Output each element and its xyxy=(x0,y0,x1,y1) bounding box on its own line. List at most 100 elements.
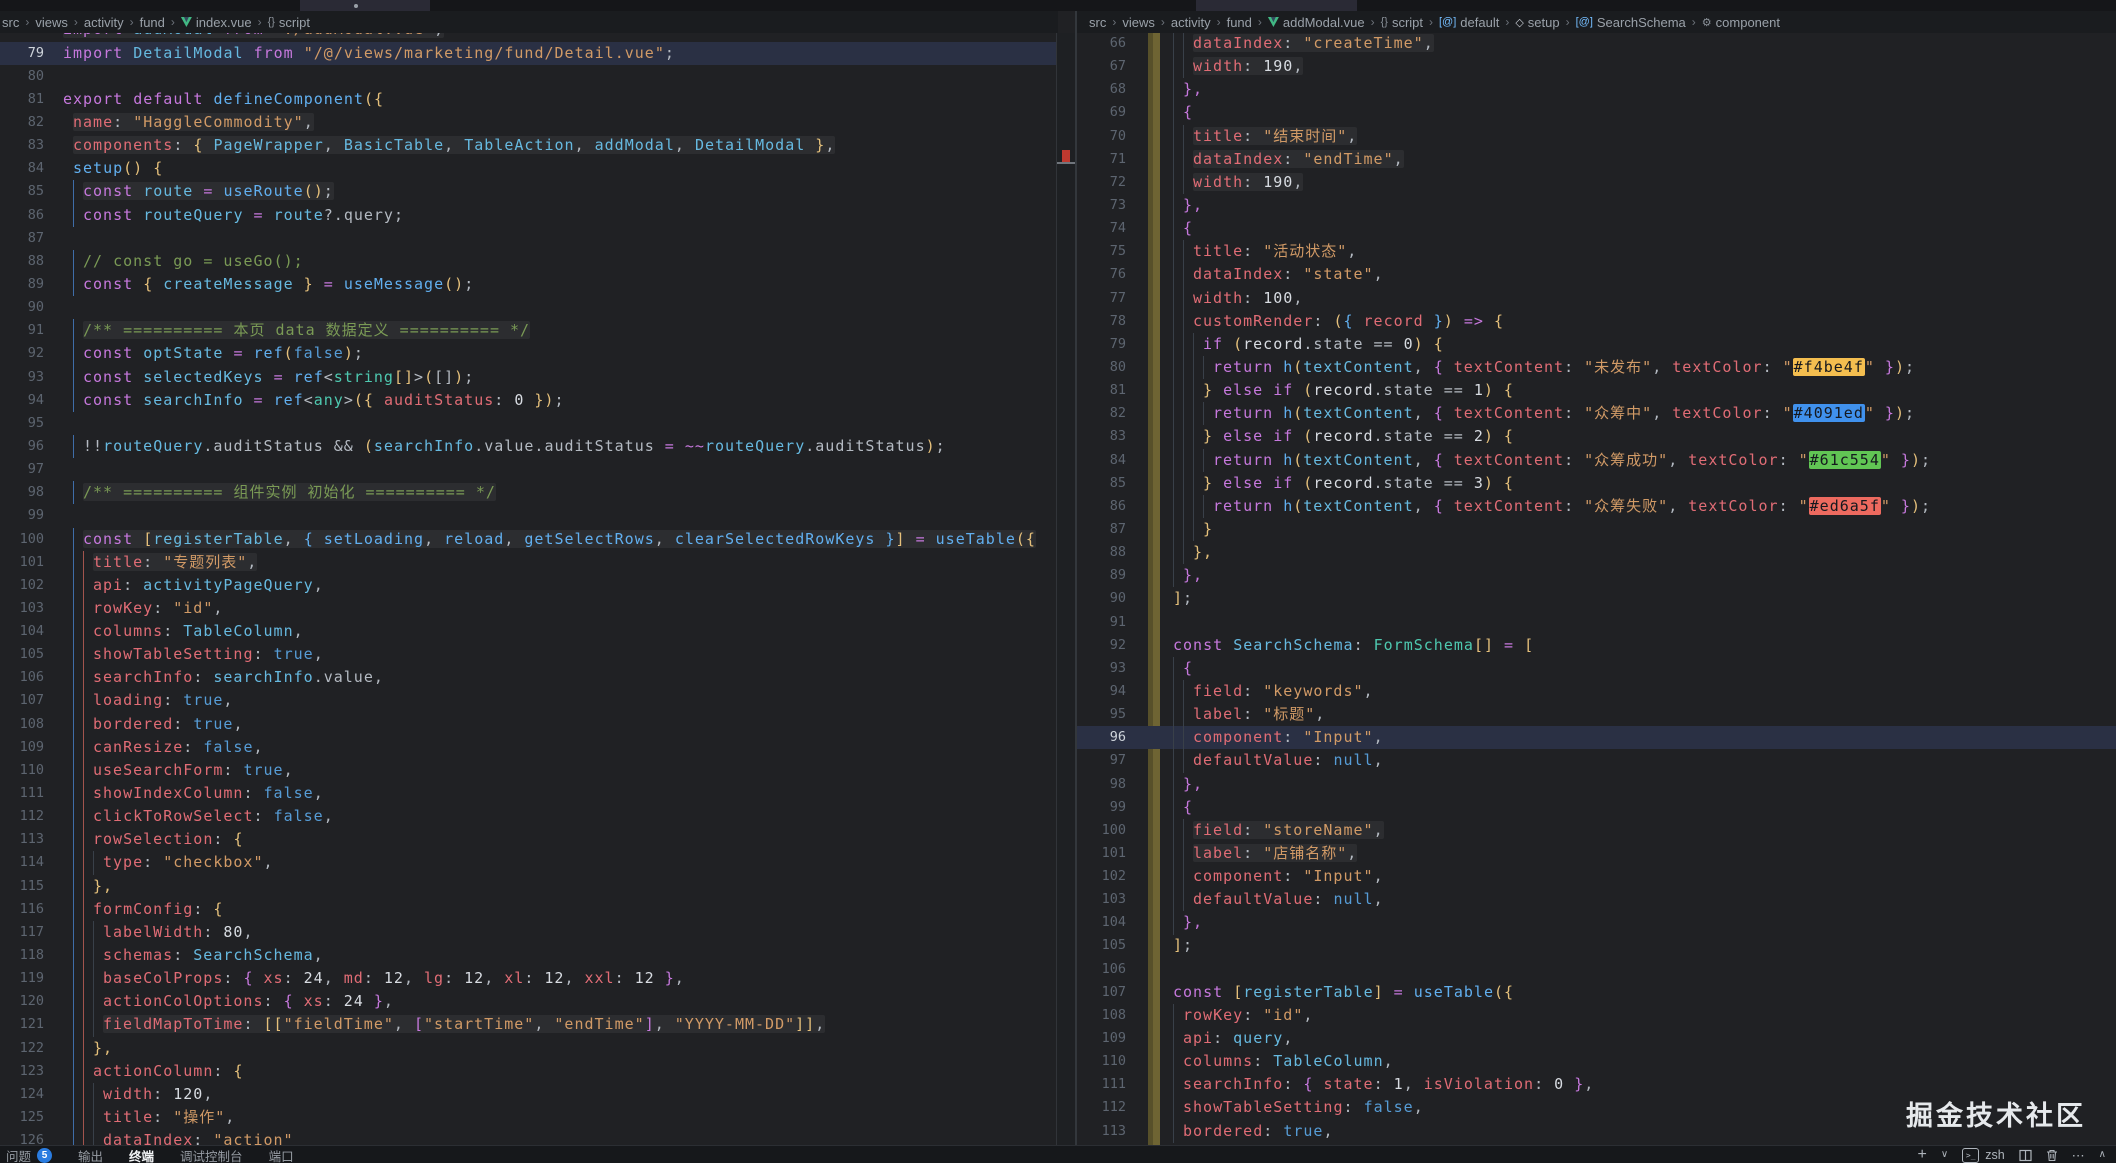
code-line-81[interactable]: 81} else if (record.state == 1) { xyxy=(1077,379,2116,402)
code-line-95[interactable]: 95 xyxy=(0,412,1056,435)
code-line-98[interactable]: 98}, xyxy=(1077,773,2116,796)
code-line-101[interactable]: 101title: "专题列表", xyxy=(0,551,1056,574)
code-line-118[interactable]: 118schemas: SearchSchema, xyxy=(0,944,1056,967)
more-actions-icon[interactable]: ⋯ xyxy=(2072,1149,2085,1162)
breadcrumb-item-views[interactable]: views xyxy=(1122,15,1155,30)
code-line-84[interactable]: 84setup() { xyxy=(0,157,1056,180)
code-line-103[interactable]: 103rowKey: "id", xyxy=(0,597,1056,620)
code-line-86[interactable]: 86return h(textContent, { textContent: "… xyxy=(1077,495,2116,518)
panel-tab-问题[interactable]: 问题5 xyxy=(6,1146,52,1163)
breadcrumb-item-searchschema[interactable]: [@]SearchSchema xyxy=(1576,15,1686,30)
code-line-77[interactable]: 77width: 100, xyxy=(1077,287,2116,310)
breadcrumb-item-default[interactable]: [@]default xyxy=(1439,15,1499,30)
code-line-80[interactable]: 80 xyxy=(0,65,1056,88)
active-tab-left[interactable] xyxy=(300,0,430,11)
code-line-75[interactable]: 75title: "活动状态", xyxy=(1077,240,2116,263)
code-line-94[interactable]: 94const searchInfo = ref<any>({ auditSta… xyxy=(0,389,1056,412)
code-line-121[interactable]: 121fieldMapToTime: [["fieldTime", ["star… xyxy=(0,1013,1056,1036)
editor-pane-right[interactable]: 66dataIndex: "createTime",67width: 190,6… xyxy=(1077,33,2116,1145)
code-line-87[interactable]: 87 xyxy=(0,227,1056,250)
code-line-125[interactable]: 125title: "操作", xyxy=(0,1106,1056,1129)
code-line-88[interactable]: 88}, xyxy=(1077,541,2116,564)
new-terminal-button[interactable]: + xyxy=(1918,1147,1927,1163)
code-line-76[interactable]: 76dataIndex: "state", xyxy=(1077,263,2116,286)
code-line-109[interactable]: 109canResize: false, xyxy=(0,736,1056,759)
code-line-83[interactable]: 83} else if (record.state == 2) { xyxy=(1077,425,2116,448)
code-line-97[interactable]: 97 xyxy=(0,458,1056,481)
code-line-90[interactable]: 90]; xyxy=(1077,587,2116,610)
breadcrumb-item-script[interactable]: {}script xyxy=(1381,15,1423,30)
code-line-82[interactable]: 82name: "HaggleCommodity", xyxy=(0,111,1056,134)
code-line-106[interactable]: 106searchInfo: searchInfo.value, xyxy=(0,666,1056,689)
code-line-90[interactable]: 90 xyxy=(0,296,1056,319)
code-line-78[interactable]: 78customRender: ({ record }) => { xyxy=(1077,310,2116,333)
code-line-104[interactable]: 104columns: TableColumn, xyxy=(0,620,1056,643)
split-terminal-icon[interactable] xyxy=(2019,1149,2032,1162)
code-line-117[interactable]: 117labelWidth: 80, xyxy=(0,921,1056,944)
code-line-86[interactable]: 86const routeQuery = route?.query; xyxy=(0,204,1056,227)
code-line-111[interactable]: 111showIndexColumn: false, xyxy=(0,782,1056,805)
panel-tab-调试控制台[interactable]: 调试控制台 xyxy=(180,1146,243,1163)
breadcrumb-item-activity[interactable]: activity xyxy=(1171,15,1211,30)
code-line-66[interactable]: 66dataIndex: "createTime", xyxy=(1077,33,2116,55)
code-line-102[interactable]: 102api: activityPageQuery, xyxy=(0,574,1056,597)
breadcrumb-item-setup[interactable]: ◇setup xyxy=(1515,15,1559,30)
code-line-98[interactable]: 98/** ========== 组件实例 初始化 ========== */ xyxy=(0,481,1056,504)
active-tab-right[interactable] xyxy=(1196,0,1357,11)
breadcrumb-item-views[interactable]: views xyxy=(35,15,68,30)
code-line-104[interactable]: 104}, xyxy=(1077,911,2116,934)
code-line-112[interactable]: 112clickToRowSelect: false, xyxy=(0,805,1056,828)
code-line-96[interactable]: 96component: "Input", xyxy=(1077,726,2116,749)
code-line-71[interactable]: 71dataIndex: "endTime", xyxy=(1077,148,2116,171)
code-line-100[interactable]: 100field: "storeName", xyxy=(1077,819,2116,842)
breadcrumb-item-src[interactable]: src xyxy=(2,15,19,30)
code-line-93[interactable]: 93{ xyxy=(1077,657,2116,680)
code-line-115[interactable]: 115}, xyxy=(0,875,1056,898)
code-line-99[interactable]: 99{ xyxy=(1077,796,2116,819)
code-line-105[interactable]: 105showTableSetting: true, xyxy=(0,643,1056,666)
code-line-81[interactable]: 81export default defineComponent({ xyxy=(0,88,1056,111)
breadcrumb-item-fund[interactable]: fund xyxy=(140,15,165,30)
trash-icon[interactable] xyxy=(2046,1149,2058,1162)
breadcrumb-item-src[interactable]: src xyxy=(1089,15,1106,30)
code-line-110[interactable]: 110columns: TableColumn, xyxy=(1077,1050,2116,1073)
chevron-up-icon[interactable]: ∧ xyxy=(2099,1150,2106,1160)
breadcrumb-item-activity[interactable]: activity xyxy=(84,15,124,30)
code-line-122[interactable]: 122}, xyxy=(0,1037,1056,1060)
code-line-110[interactable]: 110useSearchForm: true, xyxy=(0,759,1056,782)
breadcrumb-item-script[interactable]: {}script xyxy=(268,15,310,30)
code-line-89[interactable]: 89}, xyxy=(1077,564,2116,587)
code-line-95[interactable]: 95label: "标题", xyxy=(1077,703,2116,726)
code-line-123[interactable]: 123actionColumn: { xyxy=(0,1060,1056,1083)
code-line-67[interactable]: 67width: 190, xyxy=(1077,55,2116,78)
code-line-116[interactable]: 116formConfig: { xyxy=(0,898,1056,921)
code-line-100[interactable]: 100const [registerTable, { setLoading, r… xyxy=(0,528,1056,551)
code-line-87[interactable]: 87} xyxy=(1077,518,2116,541)
code-line-85[interactable]: 85const route = useRoute(); xyxy=(0,180,1056,203)
overview-ruler[interactable] xyxy=(1056,33,1076,1145)
code-line-88[interactable]: 88// const go = useGo(); xyxy=(0,250,1056,273)
code-line-91[interactable]: 91 xyxy=(1077,611,2116,634)
code-line-106[interactable]: 106 xyxy=(1077,958,2116,981)
code-line-82[interactable]: 82return h(textContent, { textContent: "… xyxy=(1077,402,2116,425)
code-line-70[interactable]: 70title: "结束时间", xyxy=(1077,125,2116,148)
code-line-79[interactable]: 79import DetailModal from "/@/views/mark… xyxy=(0,42,1056,65)
code-line-102[interactable]: 102component: "Input", xyxy=(1077,865,2116,888)
panel-tab-输出[interactable]: 输出 xyxy=(78,1146,103,1163)
code-line-68[interactable]: 68}, xyxy=(1077,78,2116,101)
breadcrumb-item-index-vue[interactable]: index.vue xyxy=(181,15,252,30)
code-line-92[interactable]: 92const SearchSchema: FormSchema[] = [ xyxy=(1077,634,2116,657)
code-line-78[interactable]: 78import addModal from "./addModal.vue"; xyxy=(0,33,1056,42)
code-line-105[interactable]: 105]; xyxy=(1077,934,2116,957)
code-line-108[interactable]: 108bordered: true, xyxy=(0,713,1056,736)
panel-tab-端口[interactable]: 端口 xyxy=(269,1146,294,1163)
code-line-108[interactable]: 108rowKey: "id", xyxy=(1077,1004,2116,1027)
chevron-down-icon[interactable]: ∨ xyxy=(1941,1150,1948,1160)
breadcrumb-item-addmodal-vue[interactable]: addModal.vue xyxy=(1268,15,1365,30)
code-line-97[interactable]: 97defaultValue: null, xyxy=(1077,749,2116,772)
code-line-80[interactable]: 80return h(textContent, { textContent: "… xyxy=(1077,356,2116,379)
terminal-instance-zsh[interactable]: >_ zsh xyxy=(1962,1148,2004,1163)
breadcrumb-item-component[interactable]: ⚙component xyxy=(1702,15,1780,30)
code-line-114[interactable]: 114type: "checkbox", xyxy=(0,851,1056,874)
code-line-99[interactable]: 99 xyxy=(0,504,1056,527)
